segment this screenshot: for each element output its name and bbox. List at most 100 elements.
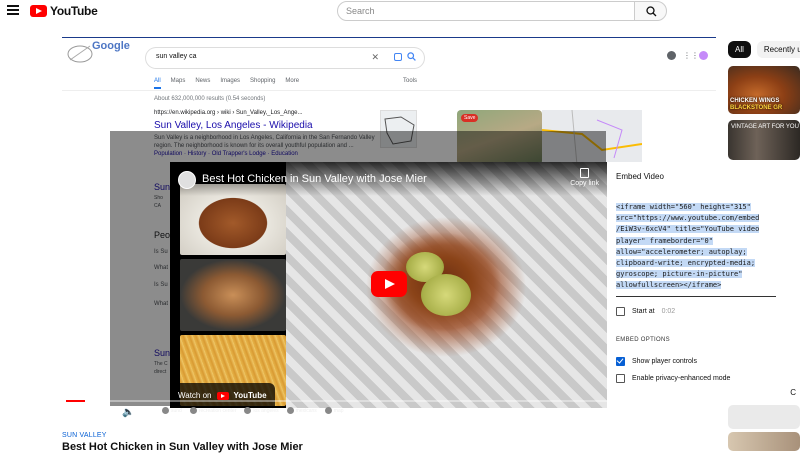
google-query: sun valley ca — [156, 53, 197, 60]
caption-line: CHICKEN WINGS — [730, 98, 780, 104]
google-search-icon[interactable] — [407, 52, 416, 61]
chapter-markers: sund recreation center los angeles mexic… — [162, 407, 344, 414]
tab-all[interactable]: All — [154, 78, 161, 89]
settings-icon[interactable]: ⚙ — [617, 407, 626, 418]
embed-code-line: player" frameborder="0" — [616, 236, 713, 245]
embed-panel-title: Embed Video — [616, 172, 664, 181]
start-at-option[interactable]: Start at 0:02 — [616, 307, 675, 316]
captions-icon[interactable]: ▭ — [594, 407, 603, 418]
google-tabs: All Maps News Images Shopping More — [154, 78, 299, 89]
fullscreen-icon[interactable]: ⛶ — [690, 407, 697, 418]
youtube-logo[interactable]: YouTube — [30, 4, 98, 18]
youtube-logo-text: YouTube — [50, 4, 98, 18]
embed-code-line: clipboard-write; encrypted-media; — [616, 259, 756, 268]
camera-icon[interactable] — [394, 53, 402, 61]
google-logo-text: Google — [92, 40, 130, 52]
tab-shopping[interactable]: Shopping — [250, 78, 275, 89]
tab-more[interactable]: More — [285, 78, 299, 89]
tab-images[interactable]: Images — [220, 78, 240, 89]
google-search-field[interactable]: sun valley ca ✕ — [146, 48, 424, 68]
video-title: Best Hot Chicken in Sun Valley with Jose… — [62, 441, 303, 453]
privacy-mode-label: Enable privacy-enhanced mode — [632, 375, 731, 382]
top-rule — [62, 37, 716, 38]
embed-options-heading: EMBED OPTIONS — [616, 337, 670, 343]
tab-maps[interactable]: Maps — [171, 78, 186, 89]
tab-news[interactable]: News — [195, 78, 210, 89]
show-controls-option[interactable]: Show player controls — [616, 357, 697, 366]
embed-video-title[interactable]: Best Hot Chicken in Sun Valley with Jose… — [202, 173, 427, 185]
recommended-thumbnail[interactable] — [728, 405, 800, 429]
avatar[interactable] — [699, 51, 708, 60]
player-controls: ▶ ⏭ 🔈 0:02 / 1:10 sund recreation center… — [62, 400, 716, 425]
start-at-checkbox[interactable] — [616, 307, 625, 316]
miniplayer-icon[interactable]: ▣ — [640, 407, 649, 418]
start-at-time[interactable]: 0:02 — [662, 308, 676, 315]
privacy-mode-option[interactable]: Enable privacy-enhanced mode — [616, 374, 730, 383]
volume-icon[interactable]: 🔈 — [122, 407, 134, 418]
play-button[interactable] — [371, 271, 407, 297]
hashtag-link[interactable]: SUN VALLEY — [62, 432, 107, 439]
thumbnail-strip — [180, 184, 286, 406]
embed-code-line: gyroscope; picture-in-picture" — [616, 270, 743, 279]
next-icon[interactable]: ⏭ — [98, 407, 107, 418]
embed-code-line: <iframe width="560" height="315" — [616, 203, 751, 211]
chapter-marker[interactable]: los angeles — [244, 407, 278, 414]
chapter-marker[interactable]: recreation center — [190, 407, 237, 414]
search-input[interactable]: Search — [337, 1, 635, 21]
copy-icon — [580, 168, 590, 178]
clear-icon[interactable]: ✕ — [371, 52, 379, 63]
embed-code-line: /EiW3v-6xcV4" title="YouTube video — [616, 225, 760, 234]
privacy-mode-checkbox[interactable] — [616, 374, 625, 383]
embed-code-line: allow="accelerometer; autoplay; — [616, 247, 747, 256]
settings-icon[interactable] — [667, 51, 676, 60]
search-button[interactable] — [634, 1, 667, 21]
embed-video-header: Best Hot Chicken in Sun Valley with Jose… — [170, 162, 607, 196]
thumbnail-caption: CHICKEN WINGS BLACKSTONE GR — [730, 98, 782, 112]
channel-avatar[interactable] — [178, 171, 196, 189]
chapter-marker[interactable]: map — [325, 407, 344, 414]
pickle-icon — [421, 274, 471, 316]
autoplay-toggle[interactable]: ⬬ — [567, 407, 575, 418]
progress-fill — [66, 400, 86, 402]
close-button[interactable]: C — [790, 388, 796, 397]
copy-link-button[interactable]: Copy link — [570, 168, 599, 187]
copy-link-label: Copy link — [570, 180, 599, 187]
strip-image-wrap — [180, 259, 286, 331]
apps-icon[interactable]: ⋮⋮ — [683, 51, 699, 60]
chip-recently-uploaded[interactable]: Recently uploaded — [756, 41, 800, 58]
recommended-thumbnail[interactable] — [728, 432, 800, 451]
result-title[interactable]: Sun Valley, Los Angeles - Wikipedia — [154, 120, 313, 131]
theater-icon[interactable]: ▭ — [664, 407, 673, 418]
show-controls-checkbox[interactable] — [616, 357, 625, 366]
show-controls-label: Show player controls — [632, 358, 697, 365]
watch-brand-label: YouTube — [233, 391, 267, 400]
youtube-play-icon — [30, 5, 47, 17]
progress-bar[interactable] — [66, 400, 712, 402]
google-account-icons: ⋮⋮ — [667, 51, 708, 60]
embed-video-preview[interactable]: Best Hot Chicken in Sun Valley with Jose… — [170, 162, 607, 408]
play-icon[interactable]: ▶ — [74, 407, 82, 418]
recommended-thumbnail[interactable]: VINTAGE ART FOR YOU — [728, 120, 800, 160]
start-at-label: Start at — [632, 308, 655, 315]
menu-icon[interactable] — [7, 5, 19, 15]
embed-panel: Embed Video <iframe width="560" height="… — [607, 162, 800, 408]
search-icon — [646, 6, 657, 17]
caption-line: BLACKSTONE GR — [730, 105, 783, 111]
hot-chicken-photo — [286, 162, 607, 408]
recommended-thumbnail[interactable]: CHICKEN WINGS BLACKSTONE GR — [728, 66, 800, 114]
chapter-marker[interactable]: mexicans — [287, 407, 317, 414]
sidebar-chips: All Recently uploaded — [728, 41, 800, 58]
embed-code-line: src="https://www.youtube.com/embed — [616, 214, 760, 223]
chapter-marker[interactable]: sund — [162, 407, 182, 414]
result-stats: About 632,000,000 results (0.54 seconds) — [154, 96, 266, 102]
tools-button[interactable]: Tools — [403, 78, 417, 84]
result-url[interactable]: https://en.wikipedia.org › wiki › Sun_Va… — [154, 110, 303, 116]
youtube-mini-icon — [216, 391, 229, 400]
thumbnail-caption: VINTAGE ART FOR YOU — [731, 124, 799, 130]
chip-all[interactable]: All — [728, 41, 751, 58]
watch-on-label: Watch on — [178, 391, 212, 400]
tabs-divider — [62, 90, 716, 91]
save-badge[interactable]: Save — [461, 114, 479, 122]
embed-code-textarea[interactable]: <iframe width="560" height="315" src="ht… — [616, 202, 776, 292]
textarea-underline — [616, 296, 776, 297]
